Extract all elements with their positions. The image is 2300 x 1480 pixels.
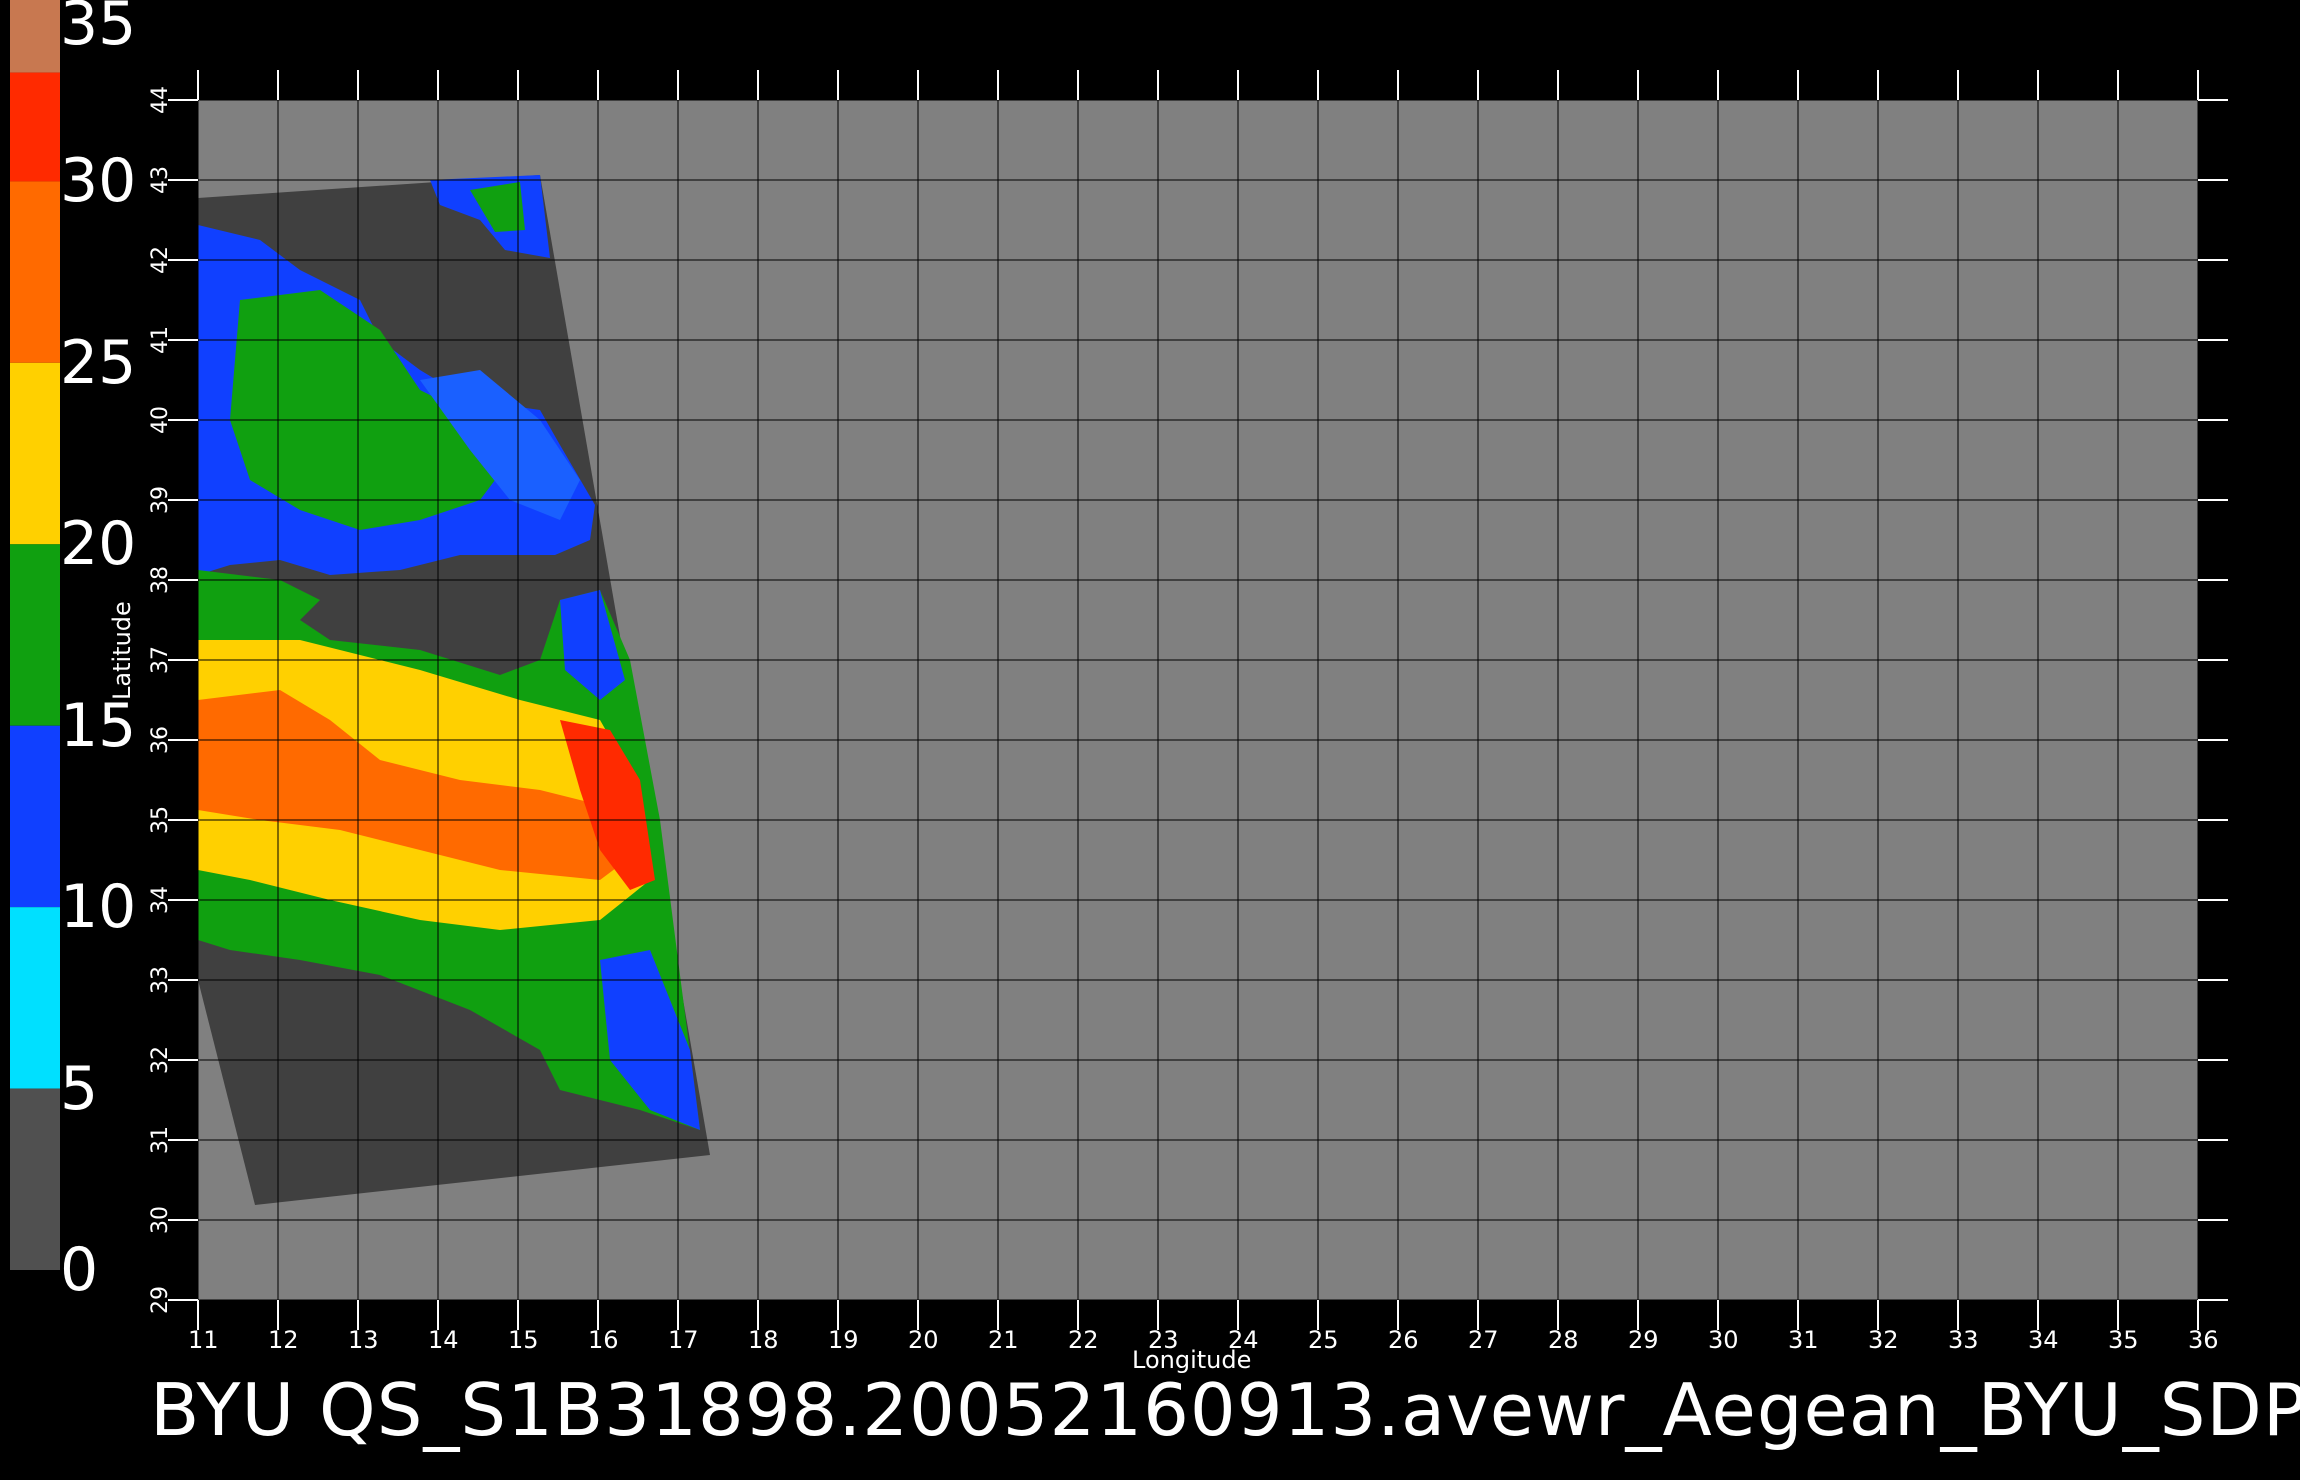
colorbar-label: 25	[60, 327, 137, 398]
lon-tick-label: 35	[2108, 1326, 2139, 1354]
colorbar-label: 15	[60, 690, 137, 761]
colorbar-band-10-15	[10, 725, 60, 908]
lon-tick-label: 13	[348, 1326, 379, 1354]
colorbar-band-5-10	[10, 907, 60, 1089]
lat-tick-label: 44	[148, 86, 173, 114]
colorbar-label: 20	[60, 509, 137, 580]
colorbar-label: 30	[60, 146, 137, 217]
colorbar	[10, 0, 60, 1270]
colorbar-band-0-5	[10, 1088, 60, 1270]
lon-tick-label: 16	[588, 1326, 619, 1354]
lon-tick-label: 26	[1388, 1326, 1419, 1354]
y-axis-label: Latitude	[108, 601, 136, 700]
lat-tick-label: 36	[148, 726, 173, 754]
lon-tick-label: 19	[828, 1326, 859, 1354]
lon-tick-label: 30	[1708, 1326, 1739, 1354]
colorbar-label: 10	[60, 872, 137, 943]
lat-tick-label: 30	[148, 1206, 173, 1234]
lon-tick-label: 31	[1788, 1326, 1819, 1354]
colorbar-band-25-30	[10, 181, 60, 363]
lon-tick-label: 18	[748, 1326, 779, 1354]
colorbar-label: 0	[60, 1235, 99, 1305]
colorbar-label: 35	[60, 0, 137, 59]
lon-tick-label: 27	[1468, 1326, 1499, 1354]
lon-tick-label: 32	[1868, 1326, 1899, 1354]
lat-tick-label: 31	[148, 1126, 173, 1154]
colorbar-label: 5	[60, 1053, 99, 1124]
colorbar-band-33-35	[10, 0, 60, 73]
lat-tick-label: 38	[148, 566, 173, 594]
wind-map	[10, 0, 2228, 1330]
lon-tick-label: 12	[268, 1326, 299, 1354]
lat-tick-label: 34	[148, 886, 173, 914]
lat-tick-label: 37	[148, 646, 173, 674]
colorbar-band-20-25	[10, 362, 60, 545]
colorbar-band-30-33	[10, 72, 60, 182]
lon-tick-label: 14	[428, 1326, 459, 1354]
lat-tick-label: 41	[148, 326, 173, 354]
lon-tick-label: 21	[988, 1326, 1019, 1354]
lat-tick-label: 40	[148, 406, 173, 434]
lon-tick-label: 29	[1628, 1326, 1659, 1354]
lat-tick-label: 35	[148, 806, 173, 834]
lat-tick-label: 43	[148, 166, 173, 194]
lon-tick-label: 11	[188, 1326, 219, 1354]
lon-tick-label: 28	[1548, 1326, 1579, 1354]
lat-tick-label: 29	[148, 1286, 173, 1314]
lon-tick-label: 36	[2188, 1326, 2219, 1354]
lon-tick-label: 22	[1068, 1326, 1099, 1354]
lon-tick-label: 34	[2028, 1326, 2059, 1354]
lat-tick-label: 42	[148, 246, 173, 274]
lon-tick-label: 33	[1948, 1326, 1979, 1354]
lat-tick-label: 39	[148, 486, 173, 514]
figure-title: BYU QS_S1B31898.20052160913.avewr_Aegean…	[150, 1368, 2300, 1452]
lat-tick-label: 32	[148, 1046, 173, 1074]
lon-tick-label: 25	[1308, 1326, 1339, 1354]
lon-tick-label: 17	[668, 1326, 699, 1354]
lat-tick-label: 33	[148, 966, 173, 994]
figure: 11 12 13 14 15 16 17 18 19 20 21 22 23 24 25 26 27 28 29 30…	[0, 0, 2300, 1480]
lon-tick-label: 15	[508, 1326, 539, 1354]
lon-tick-label: 20	[908, 1326, 939, 1354]
colorbar-band-15-20	[10, 544, 60, 726]
